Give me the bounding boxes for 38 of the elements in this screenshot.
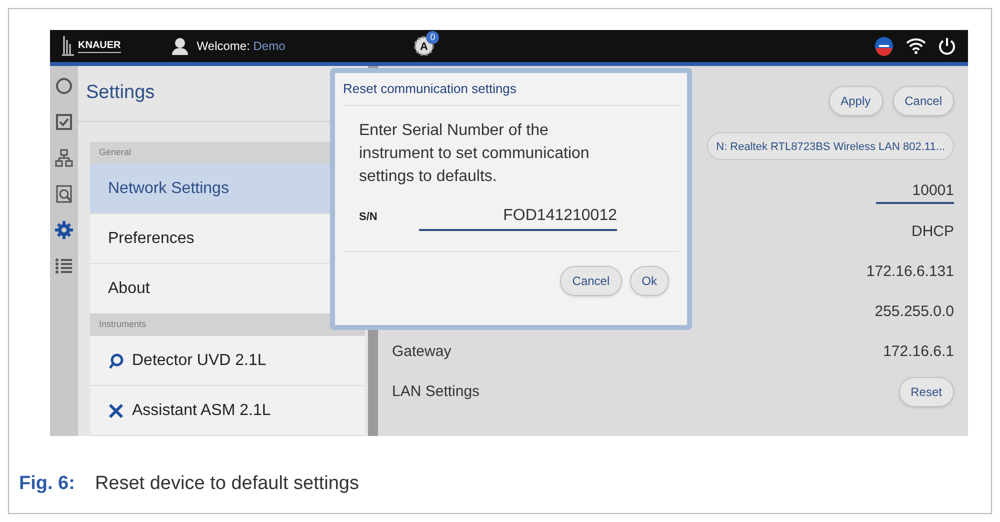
user-name: Demo bbox=[253, 39, 286, 53]
network-tree-icon[interactable] bbox=[54, 148, 74, 168]
list-icon[interactable] bbox=[54, 256, 74, 276]
wifi-icon bbox=[906, 38, 926, 54]
setting-value: 172.16.6.131 bbox=[866, 262, 954, 282]
user-icon bbox=[170, 37, 189, 55]
dialog-title: Reset communication settings bbox=[343, 73, 679, 106]
status-circle-icon bbox=[874, 36, 894, 56]
section-header: General bbox=[99, 146, 132, 160]
apply-button[interactable]: Apply bbox=[828, 86, 883, 116]
cancel-button[interactable]: Cancel bbox=[560, 266, 622, 296]
settings-icon[interactable] bbox=[54, 220, 74, 240]
settings-list-item[interactable]: Assistant ASM 2.1L bbox=[90, 386, 365, 436]
setting-value: DHCP bbox=[911, 222, 954, 242]
adapter-dropdown[interactable]: N: Realtek RTL8723BS Wireless LAN 802.11... bbox=[707, 132, 954, 160]
figure-caption: Reset device to default settings bbox=[94, 472, 359, 496]
port-field[interactable]: 10001 bbox=[876, 180, 954, 204]
reset-button[interactable]: Reset bbox=[898, 377, 954, 407]
setting-value: 255.255.0.0 bbox=[874, 302, 954, 322]
welcome-label: Welcome: bbox=[196, 39, 250, 53]
setting-value: 172.16.6.1 bbox=[883, 342, 954, 362]
setting-label: Gateway bbox=[392, 342, 452, 362]
brand-logo: KNAUER bbox=[78, 40, 121, 52]
figure-number: Fig. 6: bbox=[19, 472, 75, 496]
ring-icon[interactable] bbox=[54, 76, 74, 96]
logo-icon bbox=[62, 36, 74, 56]
checkbox-icon[interactable] bbox=[54, 112, 74, 132]
section-header: Instruments bbox=[99, 318, 146, 332]
magnifier-icon bbox=[108, 352, 124, 368]
document-search-icon[interactable] bbox=[54, 184, 74, 204]
settings-list-item[interactable]: Detector UVD 2.1L bbox=[90, 336, 365, 386]
notification-badge: 0 bbox=[426, 31, 440, 44]
cancel-button[interactable]: Cancel bbox=[892, 86, 954, 116]
setting-label: LAN Settings bbox=[392, 382, 480, 402]
page-title: Settings bbox=[86, 81, 155, 106]
serial-number-field[interactable]: FOD141210012 bbox=[419, 204, 617, 230]
ok-button[interactable]: Ok bbox=[630, 266, 669, 296]
power-icon[interactable] bbox=[938, 37, 956, 55]
